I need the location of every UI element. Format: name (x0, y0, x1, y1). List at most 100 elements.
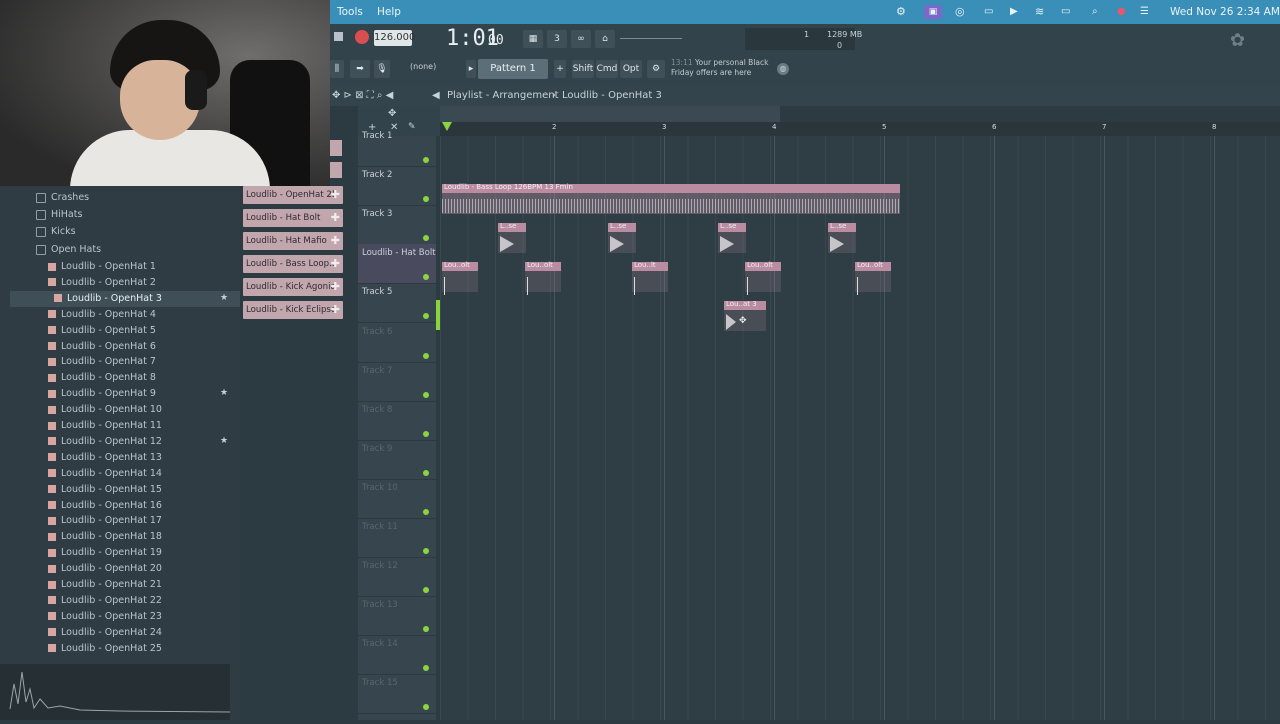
channel-route-icon[interactable]: ✚ (331, 255, 340, 273)
track-header[interactable]: Track 6 (358, 323, 436, 363)
track-mute-led[interactable] (423, 469, 429, 476)
track-header[interactable]: Track 15 (358, 674, 436, 715)
display-icon[interactable]: ▭ (984, 0, 993, 24)
browser-file-item[interactable]: Loudlib - OpenHat 25 (48, 641, 162, 657)
track-header[interactable]: Track 5 (358, 283, 436, 324)
playlist-grid[interactable] (440, 136, 1280, 720)
channel-add-icon[interactable] (330, 140, 342, 156)
track-mute-led[interactable] (423, 665, 429, 672)
track-header[interactable]: Track 9 (358, 440, 436, 480)
clip-hat-1[interactable]: Lou..olt (442, 261, 478, 295)
track-header[interactable]: Track 7 (358, 362, 436, 402)
track-mute-led[interactable] (423, 157, 429, 163)
browser-folder-crashes[interactable]: Crashes (36, 190, 89, 206)
track-mute-led[interactable] (423, 704, 429, 711)
browser-file-item[interactable]: Loudlib - OpenHat 11 (48, 418, 162, 434)
browser-file-item[interactable]: Loudlib - OpenHat 24 (48, 625, 162, 641)
screen-record-icon[interactable]: ▣ (924, 5, 942, 19)
clip-hat-4[interactable]: Lou..olt (745, 261, 781, 295)
track-header[interactable]: Track 8 (358, 401, 436, 441)
track-header[interactable]: Track 10 (358, 479, 436, 519)
track-header[interactable]: Track 12 (358, 557, 436, 598)
channel-strip[interactable]: Loudlib - Hat Bolt ✚ (243, 209, 343, 227)
channel-route-icon[interactable]: ✚ (331, 232, 340, 250)
countdown-icon[interactable]: 3 (547, 30, 567, 48)
browser-file-item[interactable]: Loudlib - OpenHat 7 (48, 354, 156, 370)
browser-folder-open-hats[interactable]: Open Hats (36, 242, 101, 258)
favorite-star-icon[interactable]: ★ (220, 388, 228, 398)
playlist-nav-icons[interactable]: ✥ ⊳ ⊠ ⛶ ⌕ ◀ (332, 86, 393, 106)
browser-file-item[interactable]: Loudlib - OpenHat 15 (48, 482, 162, 498)
clock-datetime[interactable]: Wed Nov 26 2:34 AM (1170, 0, 1280, 24)
search-icon[interactable]: ⌕ (1092, 0, 1098, 24)
metronome-icon[interactable]: ⌂ (595, 30, 615, 48)
menu-help[interactable]: Help (377, 0, 401, 24)
track-mute-led[interactable] (423, 430, 429, 437)
loop-record-icon[interactable]: ∞ (571, 30, 591, 48)
track-mute-led[interactable] (423, 274, 429, 281)
track-header[interactable]: Track 13 (358, 596, 436, 637)
master-pitch-slider[interactable] (620, 38, 682, 39)
play-icon[interactable]: ▶ (1010, 0, 1018, 24)
settings-icon[interactable]: ☰ (1140, 0, 1149, 24)
track-header[interactable]: Track 3 (358, 205, 436, 246)
channel-strip[interactable]: Loudlib - Bass Loop.. ✚ (243, 255, 343, 273)
battery-icon[interactable]: ▭ (1061, 0, 1070, 24)
menu-tools[interactable]: Tools (337, 0, 363, 24)
tempo-display[interactable]: 126.000 (374, 30, 415, 46)
track-header[interactable]: Track 11 (358, 518, 436, 558)
channel-route-icon[interactable]: ✚ (331, 209, 340, 227)
browser-file-item[interactable]: Loudlib - OpenHat 17 (48, 513, 162, 529)
track-mute-led[interactable] (423, 391, 429, 398)
browser-folder-hihats[interactable]: HiHats (36, 207, 82, 223)
horizontal-scrollbar[interactable] (440, 106, 780, 122)
promo-panel[interactable]: 13:11 Your personal Black Friday offers … (671, 58, 768, 78)
browser-file-item[interactable]: Loudlib - OpenHat 6 (48, 339, 156, 355)
playlist-menu-icon[interactable]: ◀ (432, 86, 440, 106)
track-header[interactable]: Track 14 (358, 635, 436, 676)
track-header[interactable]: Loudlib - Hat Bolt (358, 244, 436, 285)
browser-file-item[interactable]: Loudlib - OpenHat 9 (48, 386, 156, 402)
clip-hat-5[interactable]: Lou..olt (855, 261, 891, 295)
track-mute-led[interactable] (423, 626, 429, 633)
browser-file-item[interactable]: Loudlib - OpenHat 16 (48, 498, 162, 514)
channel-route-icon[interactable]: ✚ (331, 186, 340, 204)
stop-button[interactable] (334, 32, 343, 41)
timeline-ruler[interactable]: 2 3 4 5 6 7 8 (440, 122, 1280, 136)
browser-file-item[interactable]: Loudlib - OpenHat 14 (48, 466, 162, 482)
browser-file-item[interactable]: Loudlib - OpenHat 1 (48, 259, 156, 275)
clip-hat-3[interactable]: Lou..lt (632, 261, 668, 295)
wifi-icon[interactable]: ≋ (1035, 0, 1044, 24)
clip-track3-3[interactable]: L..se (718, 222, 746, 253)
browser-file-item[interactable]: Loudlib - OpenHat 23 (48, 609, 162, 625)
move-icon[interactable]: ✥ (388, 108, 396, 119)
channel-strip[interactable]: Loudlib - OpenHat 25 ✚ (243, 186, 343, 204)
channel-route-icon[interactable]: ✚ (331, 278, 340, 296)
clip-hat-2[interactable]: Lou..olt (525, 261, 561, 295)
track-mute-led[interactable] (423, 196, 429, 203)
channel-route-icon[interactable]: ✚ (331, 301, 340, 319)
track-mute-led[interactable] (423, 508, 429, 515)
clip-track3-1[interactable]: L..se (498, 222, 526, 253)
pattern-add-icon[interactable]: + (554, 60, 566, 78)
cmd-button[interactable]: Cmd (596, 60, 618, 78)
globe-icon[interactable]: ◍ (777, 63, 789, 75)
channel-add-icon-2[interactable] (330, 162, 342, 178)
browser-folder-kicks[interactable]: Kicks (36, 224, 76, 240)
track-header[interactable]: Track 2 (358, 166, 436, 207)
arrow-right-icon[interactable]: ➡ (350, 60, 370, 78)
channel-strip[interactable]: Loudlib - Kick Eclipse ✚ (243, 301, 343, 319)
browser-file-item[interactable]: Loudlib - OpenHat 3 (10, 290, 240, 307)
browser-file-item[interactable]: Loudlib - OpenHat 19 (48, 545, 162, 561)
clip-track3-4[interactable]: L..se (828, 222, 856, 253)
browser-file-item[interactable]: Loudlib - OpenHat 22 (48, 593, 162, 609)
microphone-icon[interactable]: 🎙 (374, 60, 390, 78)
news-icon[interactable]: ⚙ (647, 60, 665, 78)
browser-file-item[interactable]: Loudlib - OpenHat 13 (48, 450, 162, 466)
pattern-selector[interactable]: Pattern 1 (478, 59, 548, 79)
snap-selector[interactable]: (none) (410, 62, 436, 71)
browser-file-item[interactable]: Loudlib - OpenHat 18 (48, 529, 162, 545)
browser-file-item[interactable]: Loudlib - OpenHat 5 (48, 323, 156, 339)
track-mute-led[interactable] (423, 587, 429, 594)
control-center-icon[interactable]: ⚙ (896, 0, 906, 24)
